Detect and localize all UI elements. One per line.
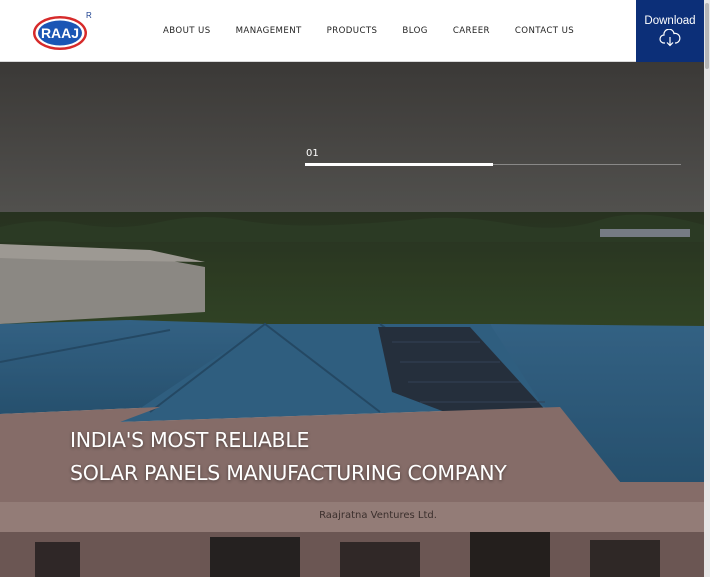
nav-blog[interactable]: BLOG — [402, 26, 427, 36]
cloud-download-icon — [659, 29, 681, 47]
page-scrollbar[interactable] — [704, 0, 710, 577]
nav-contact-us[interactable]: CONTACT US — [515, 26, 574, 36]
slide-progress-bar — [305, 163, 493, 166]
scrollbar-thumb[interactable] — [705, 3, 709, 69]
nav-about-us[interactable]: ABOUT US — [163, 26, 211, 36]
slide-number: 01 — [306, 148, 319, 159]
download-button[interactable]: Download — [636, 0, 704, 62]
hero-banner: Raajratna Ventures Ltd. 01 INDIA'S MOST … — [0, 62, 704, 577]
hero-overlay — [0, 62, 704, 577]
nav-products[interactable]: PRODUCTS — [327, 26, 378, 36]
logo-mark: RAAJ — [33, 16, 87, 50]
download-label: Download — [644, 15, 696, 27]
slide-indicator[interactable]: 01 — [305, 148, 681, 168]
headline-line-1: INDIA'S MOST RELIABLE — [70, 428, 310, 452]
site-header: RAAJ R ABOUT US MANAGEMENT PRODUCTS BLOG… — [0, 0, 704, 62]
main-nav: ABOUT US MANAGEMENT PRODUCTS BLOG CAREER… — [150, 0, 586, 62]
nav-management[interactable]: MANAGEMENT — [236, 26, 302, 36]
nav-career[interactable]: CAREER — [453, 26, 490, 36]
headline-line-2: SOLAR PANELS MANUFACTURING COMPANY — [70, 461, 507, 485]
logo-text: RAAJ — [41, 25, 79, 41]
hero-headline: INDIA'S MOST RELIABLE SOLAR PANELS MANUF… — [70, 424, 507, 490]
raaj-logo[interactable]: RAAJ — [32, 15, 88, 51]
registered-mark: R — [86, 11, 92, 20]
page: RAAJ R ABOUT US MANAGEMENT PRODUCTS BLOG… — [0, 0, 710, 577]
